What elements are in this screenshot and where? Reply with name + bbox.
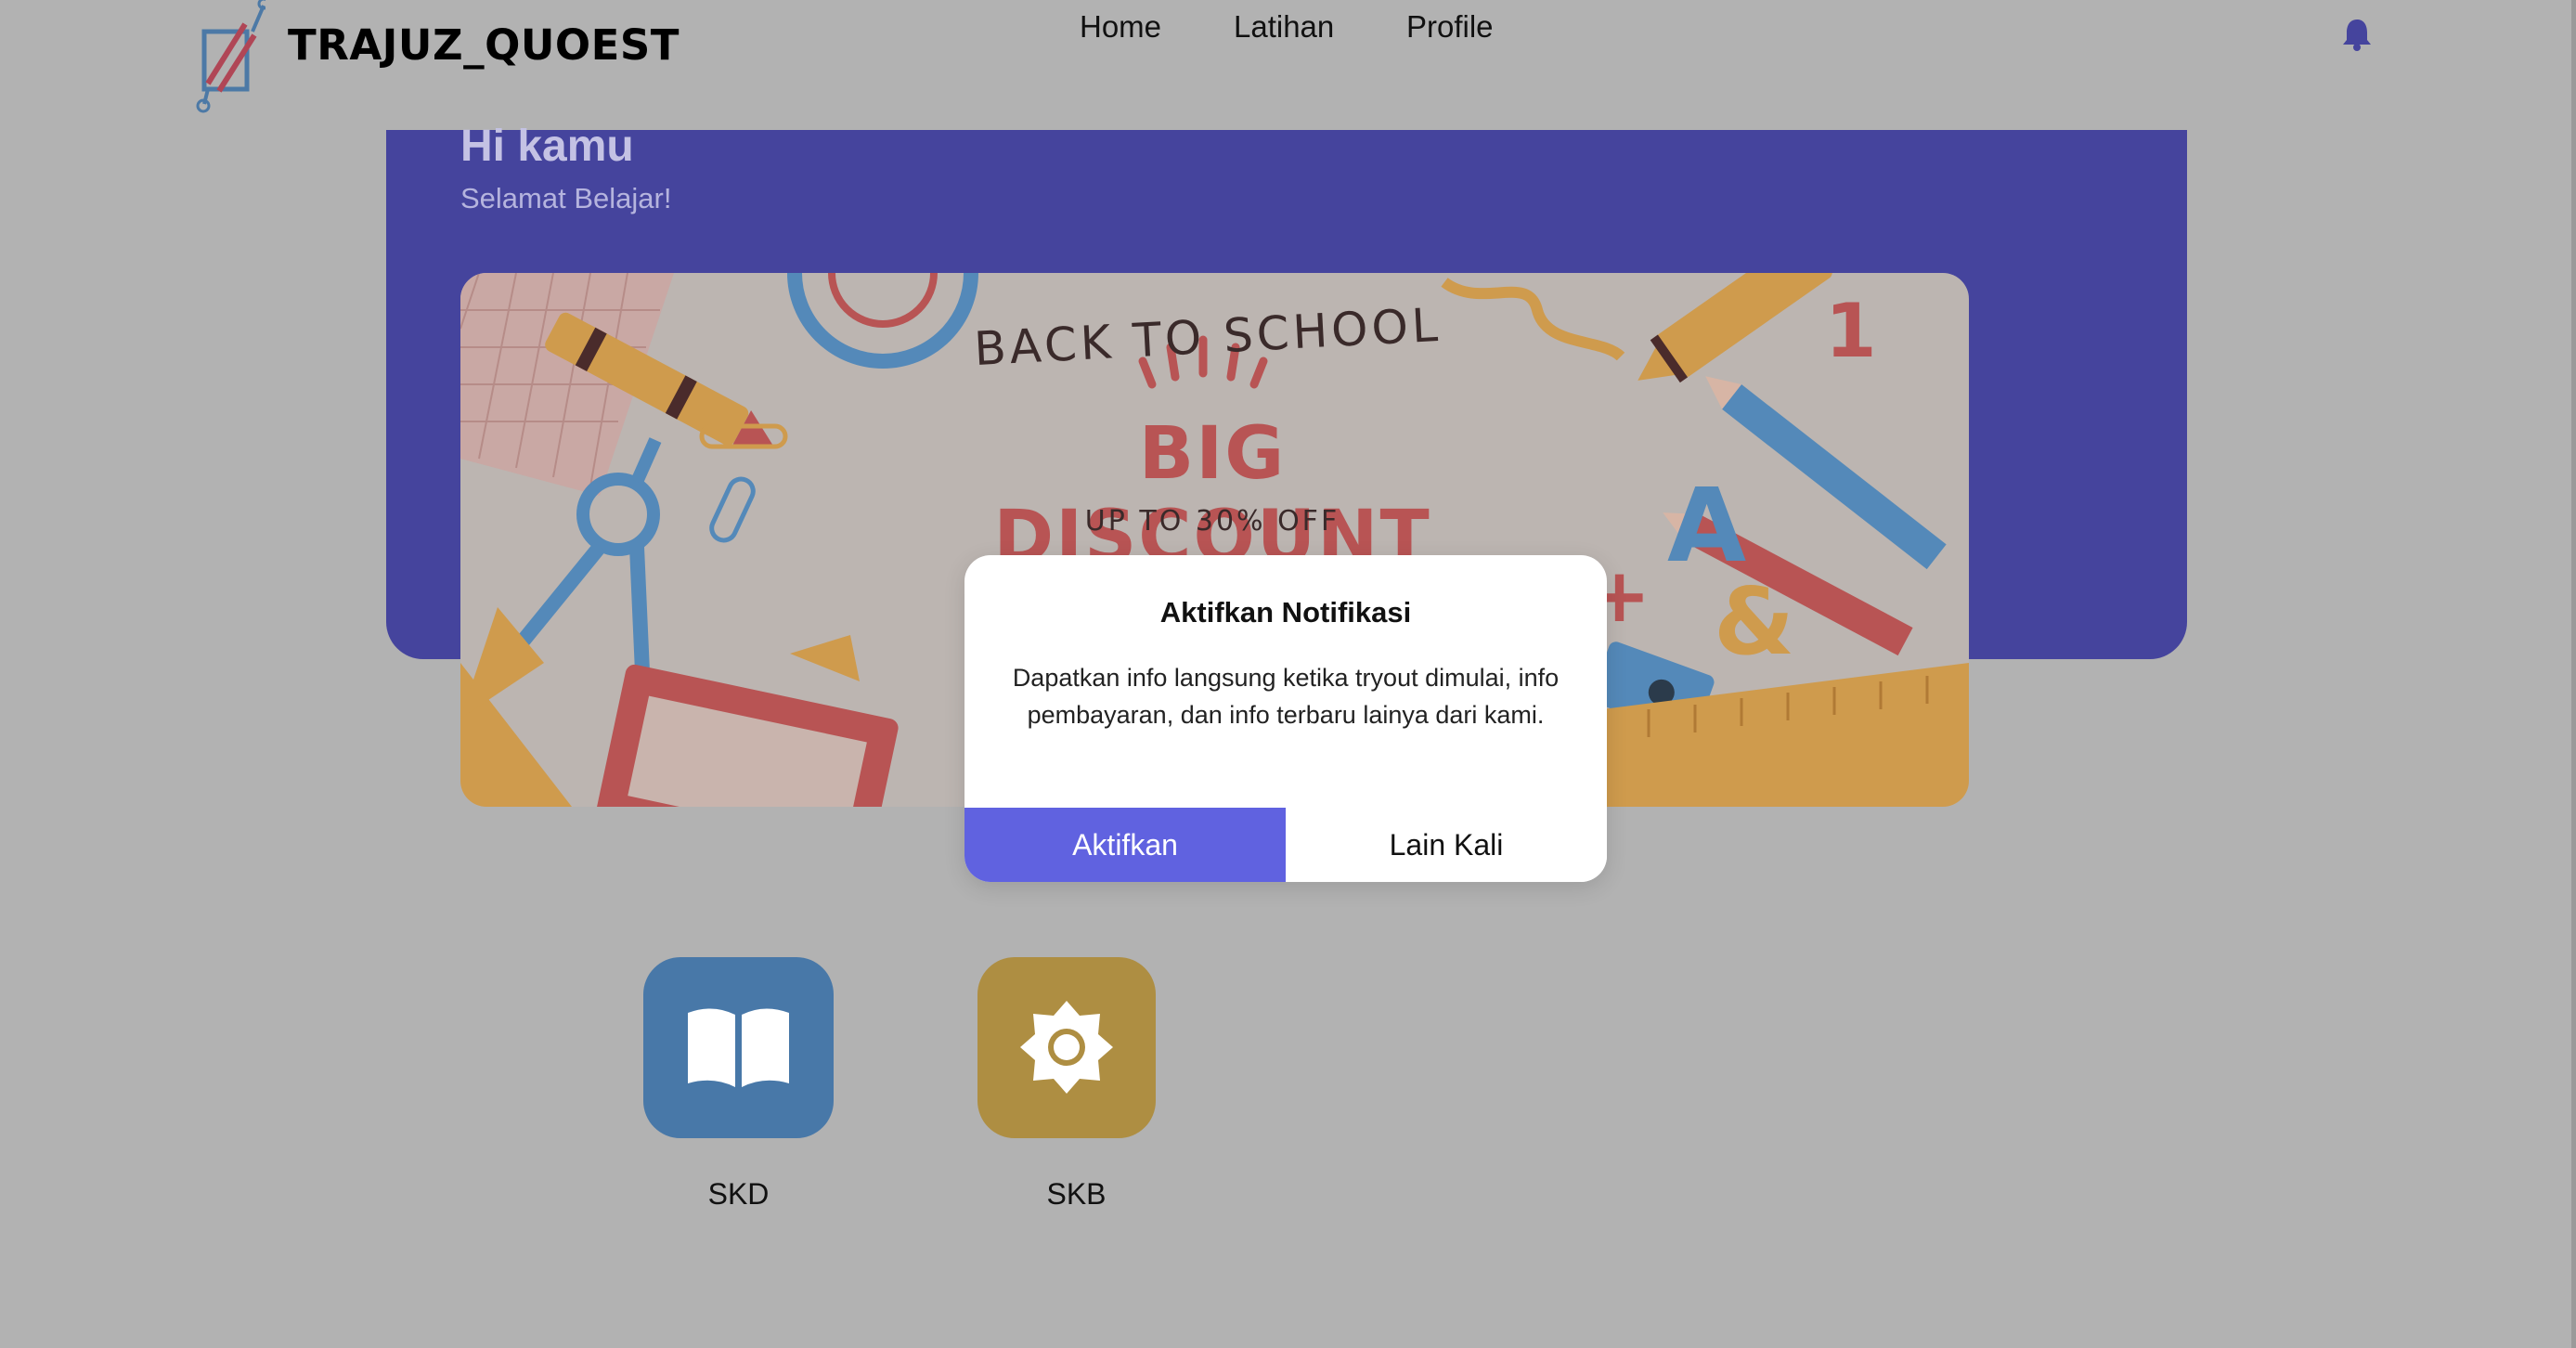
nav-profile[interactable]: Profile bbox=[1406, 9, 1494, 45]
category-skb-label: SKB bbox=[1046, 1177, 1107, 1211]
activate-button[interactable]: Aktifkan bbox=[964, 808, 1286, 882]
banner-headline-main: BIG DISCOUNT bbox=[993, 412, 1431, 579]
nav-home[interactable]: Home bbox=[1080, 9, 1161, 45]
app-page: TRAJUZ_QUOEST Home Latihan Profile Hi ka… bbox=[0, 0, 2576, 1348]
notification-dialog: Aktifkan Notifikasi Dapatkan info langsu… bbox=[964, 555, 1607, 882]
bell-icon[interactable] bbox=[2340, 17, 2374, 52]
banner-headline-sub: UP TO 30% OFF bbox=[1084, 505, 1340, 538]
svg-text:1: 1 bbox=[1825, 288, 1877, 374]
greeting: Hi kamu bbox=[460, 122, 634, 171]
dialog-title: Aktifkan Notifikasi bbox=[1159, 596, 1412, 629]
later-button[interactable]: Lain Kali bbox=[1286, 808, 1607, 882]
greeting-subtitle: Selamat Belajar! bbox=[460, 182, 672, 214]
dialog-body: Dapatkan info langsung ketika tryout dim… bbox=[1012, 664, 1560, 729]
open-book-icon bbox=[688, 1008, 789, 1087]
svg-text:&: & bbox=[1714, 567, 1794, 676]
scrollbar[interactable] bbox=[2571, 0, 2576, 1348]
category-skd-button[interactable] bbox=[643, 957, 834, 1138]
nav-latihan[interactable]: Latihan bbox=[1234, 9, 1334, 45]
main-nav: Home Latihan Profile bbox=[0, 9, 2576, 56]
category-skb-button[interactable] bbox=[977, 957, 1156, 1138]
category-skd-label: SKD bbox=[707, 1177, 770, 1211]
gear-icon bbox=[1020, 1001, 1113, 1094]
